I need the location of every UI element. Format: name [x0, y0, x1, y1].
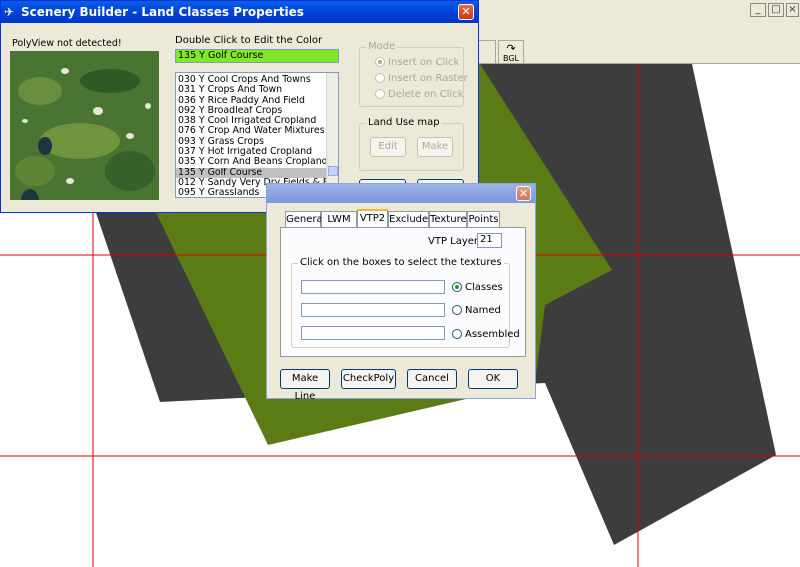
list-item[interactable]: 093 Y Grass Crops [176, 137, 326, 147]
insert-on-click-label: Insert on Click [388, 57, 460, 68]
land-classes-titlebar[interactable]: ✈ Scenery Builder - Land Classes Propert… [1, 1, 478, 23]
land-class-list[interactable]: 030 Y Cool Crops And Towns 031 Y Crops An… [175, 72, 339, 198]
classes-label: Classes [465, 282, 503, 293]
delete-on-click-radio[interactable] [375, 89, 385, 99]
list-item[interactable]: 037 Y Hot Irrigated Cropland [176, 147, 326, 157]
named-texture-box[interactable] [301, 303, 445, 317]
toolbar-button[interactable] [478, 40, 496, 64]
refresh-icon: ↷ [506, 42, 516, 55]
aerial-texture [10, 51, 159, 213]
edit-button[interactable]: Edit [370, 137, 406, 157]
minimize-icon[interactable]: _ [750, 3, 766, 17]
list-item[interactable]: 030 Y Cool Crops And Towns [176, 75, 326, 85]
insert-on-click-radio[interactable] [375, 57, 385, 67]
scrollbar-thumb[interactable] [328, 166, 338, 176]
vtp-layer-label: VTP Layer: [428, 236, 482, 247]
list-item[interactable]: 038 Y Cool Irrigated Cropland [176, 116, 326, 126]
make-button[interactable]: Make [417, 137, 453, 157]
assembled-texture-box[interactable] [301, 326, 445, 340]
list-item[interactable]: 035 Y Corn And Beans Cropland [176, 157, 326, 167]
classes-texture-box[interactable] [301, 280, 445, 294]
mode-group-label: Mode [366, 41, 398, 52]
polygon-titlebar[interactable]: ✕ [267, 184, 535, 203]
insert-on-raster-radio[interactable] [375, 73, 385, 83]
named-radio[interactable] [452, 305, 462, 315]
polygon-close-button[interactable]: ✕ [516, 186, 531, 201]
app-icon: ✈ [4, 5, 15, 19]
selected-class-color[interactable]: 135 Y Golf Course [175, 49, 339, 63]
bgl-button[interactable]: ↷ BGL [498, 40, 524, 64]
poly-cancel-button[interactable]: Cancel [407, 369, 457, 389]
assembled-radio[interactable] [452, 329, 462, 339]
tab-vtp2[interactable]: VTP2 [357, 209, 388, 228]
poly-ok-button[interactable]: OK [468, 369, 518, 389]
insert-on-raster-label: Insert on Raster [388, 73, 468, 84]
list-item[interactable]: 092 Y Broadleaf Crops [176, 106, 326, 116]
close-icon[interactable]: × [786, 3, 799, 17]
polyview-status: PolyView not detected! [12, 38, 122, 49]
list-scrollbar[interactable] [326, 73, 338, 197]
checkpoly-button[interactable]: CheckPoly [341, 369, 396, 389]
close-button[interactable]: ✕ [458, 4, 474, 20]
list-item[interactable]: 036 Y Rice Paddy And Field [176, 96, 326, 106]
make-line-button[interactable]: Make Line [280, 369, 330, 402]
tab-points[interactable]: Points [467, 211, 500, 227]
maximize-icon[interactable]: □ [768, 3, 784, 17]
classes-radio[interactable] [452, 282, 462, 292]
tab-general[interactable]: General [285, 211, 325, 227]
delete-on-click-label: Delete on Click [388, 89, 464, 100]
list-item[interactable]: 135 Y Golf Course [176, 167, 326, 178]
land-classes-window: ✈ Scenery Builder - Land Classes Propert… [0, 0, 479, 213]
tab-texture[interactable]: Texture [429, 211, 467, 227]
bgl-label: BGL [502, 54, 519, 63]
named-label: Named [465, 305, 501, 316]
color-instruction: Double Click to Edit the Color [175, 35, 323, 46]
tab-exclude[interactable]: Exclude [388, 211, 429, 227]
land-use-group-label: Land Use map [366, 117, 442, 128]
list-item[interactable]: 076 Y Crop And Water Mixtures [176, 126, 326, 136]
aerial-photo [10, 51, 159, 213]
tab-lwm[interactable]: LWM [321, 211, 357, 227]
assembled-label: Assembled [465, 329, 520, 340]
window-title: Scenery Builder - Land Classes Propertie… [21, 5, 304, 19]
list-item[interactable]: 031 Y Crops And Town [176, 85, 326, 95]
vtp-layer-input[interactable]: 21 [477, 233, 502, 248]
texture-group-label: Click on the boxes to select the texture… [298, 257, 504, 268]
land-class-items: 030 Y Cool Crops And Towns 031 Y Crops An… [176, 75, 326, 197]
